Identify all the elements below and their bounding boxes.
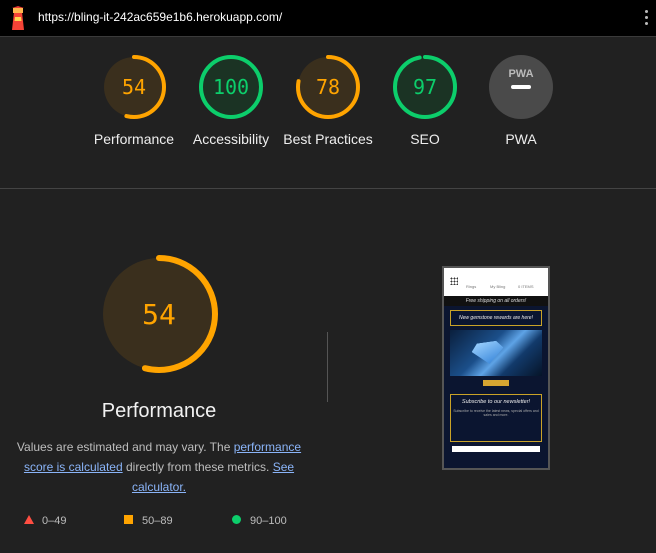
- legend-range: 0–49: [42, 515, 67, 527]
- gauge-score: 97: [413, 75, 437, 99]
- legend-fail: 0–49: [24, 515, 66, 527]
- gauge-score: 54: [142, 298, 176, 331]
- thumb-shop-button: [483, 380, 509, 386]
- gauge-seo[interactable]: 97 SEO: [375, 55, 475, 149]
- legend-range: 50–89: [142, 515, 173, 527]
- vertical-divider: [327, 332, 328, 402]
- lighthouse-icon: [12, 6, 24, 30]
- gauge-performance[interactable]: 54 Performance: [84, 55, 184, 149]
- final-screenshot-thumbnail[interactable]: Rings My Bling 0 ITEMS Free shipping on …: [442, 266, 550, 470]
- gauge-score: 78: [316, 75, 340, 99]
- gauge-label: Performance: [93, 131, 175, 147]
- gemstone-image: [450, 330, 542, 376]
- legend-average: 50–89: [124, 515, 173, 527]
- thumb-nav-item: Rings: [466, 284, 477, 289]
- section-divider: [0, 188, 656, 189]
- gauge-label: Accessibility: [192, 131, 270, 147]
- legend-range: 90–100: [250, 515, 287, 527]
- gauge-label: PWA: [505, 131, 537, 147]
- square-icon: [124, 515, 133, 524]
- gauge-pwa[interactable]: PWA PWA: [471, 55, 571, 149]
- gauge-ring: 100: [199, 55, 263, 119]
- header-separator: [0, 36, 656, 37]
- more-options-icon[interactable]: [644, 10, 650, 26]
- menu-grid-icon: [450, 277, 458, 285]
- thumb-newsletter-text: Subscribe to receive the latest news, sp…: [453, 409, 539, 417]
- pwa-badge-text: PWA: [508, 68, 533, 80]
- gauge-ring: 97: [393, 55, 457, 119]
- gauge-ring: 78: [296, 55, 360, 119]
- thumb-banner: New gemstone rewards are here!: [450, 310, 542, 326]
- legend-pass: 90–100: [232, 515, 287, 527]
- page-url[interactable]: https://bling-it-242ac659e1b6.herokuapp.…: [38, 10, 282, 24]
- thumb-email-input: [452, 446, 540, 452]
- gauge-score: 54: [122, 75, 146, 99]
- desc-text-2: directly from these metrics.: [122, 460, 273, 474]
- thumb-header: Rings My Bling 0 ITEMS: [444, 268, 548, 296]
- gauge-label: Best Practices: [283, 131, 373, 147]
- score-description: Values are estimated and may vary. The p…: [10, 437, 308, 497]
- gauge-score: 100: [213, 75, 249, 99]
- thumb-nav-item: 0 ITEMS: [518, 284, 534, 289]
- desc-text: Values are estimated and may vary. The: [16, 440, 234, 454]
- gauge-ring: 54: [102, 55, 166, 119]
- performance-gauge-large: 54: [100, 255, 218, 373]
- gauge-accessibility[interactable]: 100 Accessibility: [181, 55, 281, 149]
- thumb-promo-bar: Free shipping on all orders!: [444, 296, 548, 306]
- gauge-label: SEO: [410, 131, 440, 147]
- category-title: Performance: [101, 400, 217, 422]
- thumb-newsletter: Subscribe to our newsletter! Subscribe t…: [450, 394, 542, 442]
- gauge-best-practices[interactable]: 78 Best Practices: [278, 55, 378, 149]
- circle-icon: [232, 515, 241, 524]
- address-bar: https://bling-it-242ac659e1b6.herokuapp.…: [0, 0, 656, 36]
- triangle-icon: [24, 515, 34, 524]
- thumb-nav-item: My Bling: [490, 284, 506, 289]
- thumb-newsletter-title: Subscribe to our newsletter!: [461, 399, 531, 405]
- pwa-badge-icon: PWA: [489, 55, 553, 119]
